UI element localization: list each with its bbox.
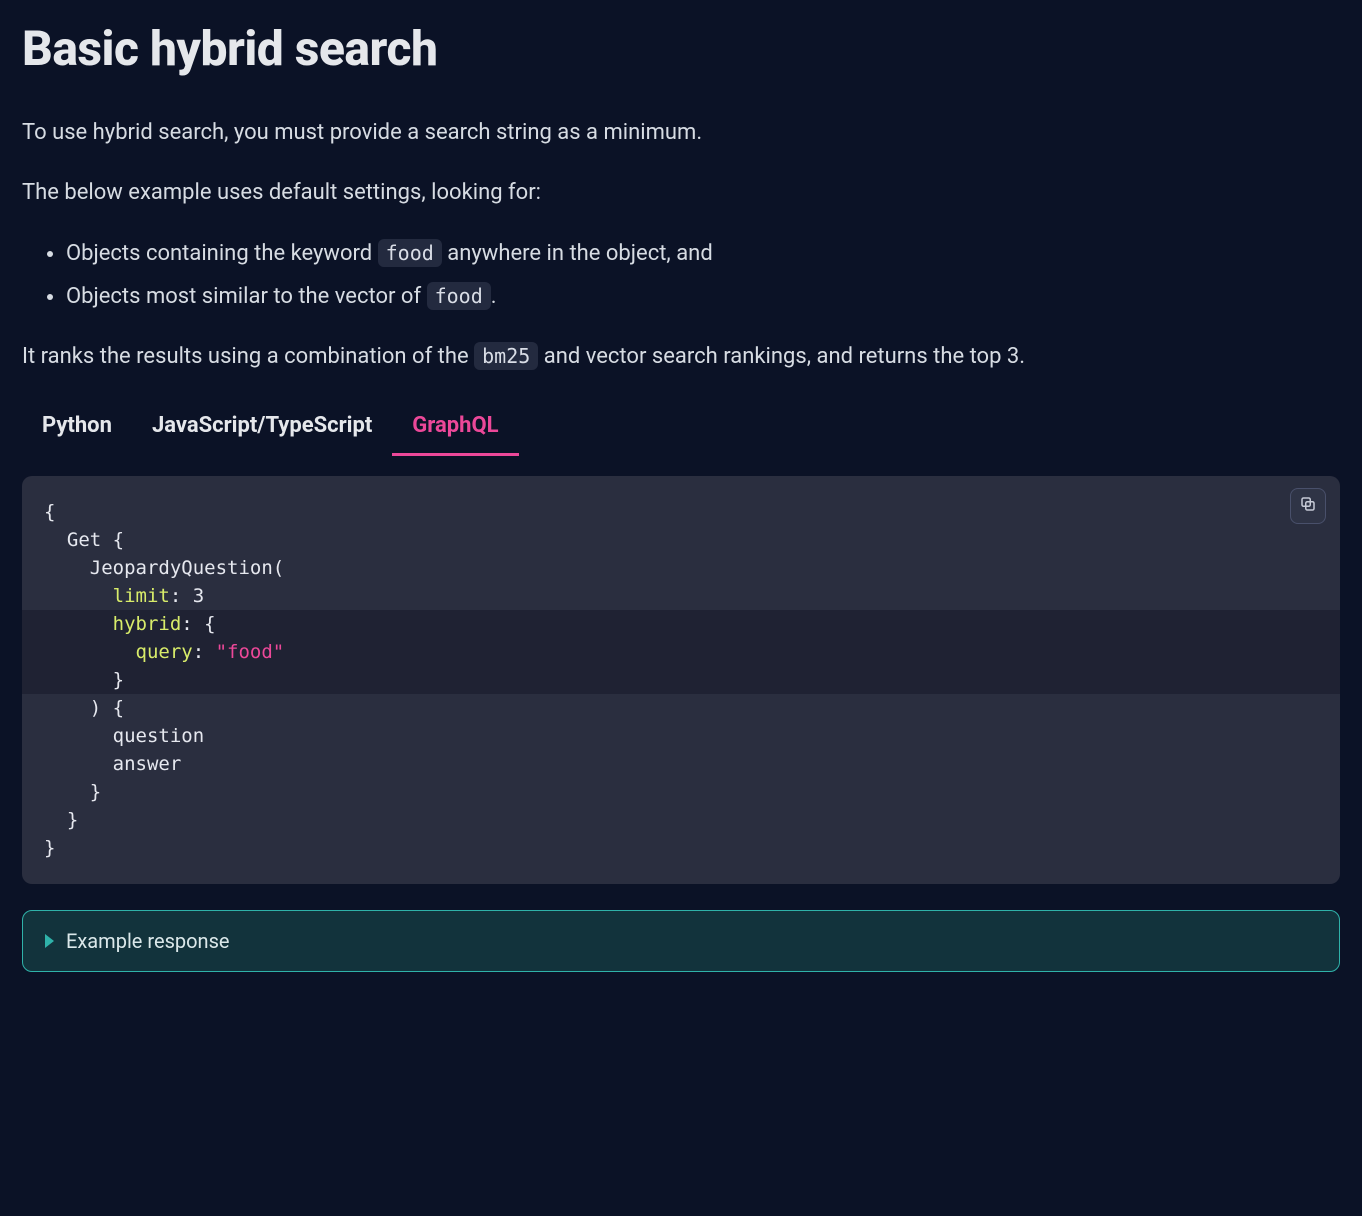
list-text: Objects containing the keyword bbox=[66, 241, 378, 266]
list-text: . bbox=[491, 284, 497, 309]
list-item: Objects containing the keyword food anyw… bbox=[66, 237, 1340, 270]
criteria-list: Objects containing the keyword food anyw… bbox=[22, 237, 1340, 313]
example-response-summary[interactable]: Example response bbox=[23, 911, 1339, 971]
list-text: anywhere in the object, and bbox=[442, 241, 713, 266]
tab-python[interactable]: Python bbox=[42, 403, 112, 456]
tab-javascript-typescript[interactable]: JavaScript/TypeScript bbox=[152, 403, 372, 456]
ranking-paragraph: It ranks the results using a combination… bbox=[22, 341, 1340, 373]
list-item: Objects most similar to the vector of fo… bbox=[66, 280, 1340, 313]
copy-icon bbox=[1299, 495, 1317, 517]
intro-paragraph-2: The below example uses default settings,… bbox=[22, 177, 1340, 209]
tab-graphql[interactable]: GraphQL bbox=[412, 403, 498, 456]
intro-paragraph-1: To use hybrid search, you must provide a… bbox=[22, 117, 1340, 149]
example-response-label: Example response bbox=[66, 929, 230, 953]
example-response-details[interactable]: Example response bbox=[22, 910, 1340, 972]
ranking-text: It ranks the results using a combination… bbox=[22, 344, 474, 369]
copy-button[interactable] bbox=[1290, 488, 1326, 524]
code-block: { Get { JeopardyQuestion( limit: 3 hybri… bbox=[22, 476, 1340, 884]
page-heading: Basic hybrid search bbox=[22, 20, 1340, 77]
code-content: { Get { JeopardyQuestion( limit: 3 hybri… bbox=[22, 476, 1340, 884]
language-tabs: Python JavaScript/TypeScript GraphQL bbox=[42, 403, 1340, 456]
ranking-text: and vector search rankings, and returns … bbox=[538, 344, 1025, 369]
list-text: Objects most similar to the vector of bbox=[66, 284, 427, 309]
inline-code-food: food bbox=[427, 282, 491, 310]
inline-code-bm25: bm25 bbox=[474, 342, 538, 370]
inline-code-food: food bbox=[378, 239, 442, 267]
chevron-right-icon bbox=[45, 934, 54, 948]
